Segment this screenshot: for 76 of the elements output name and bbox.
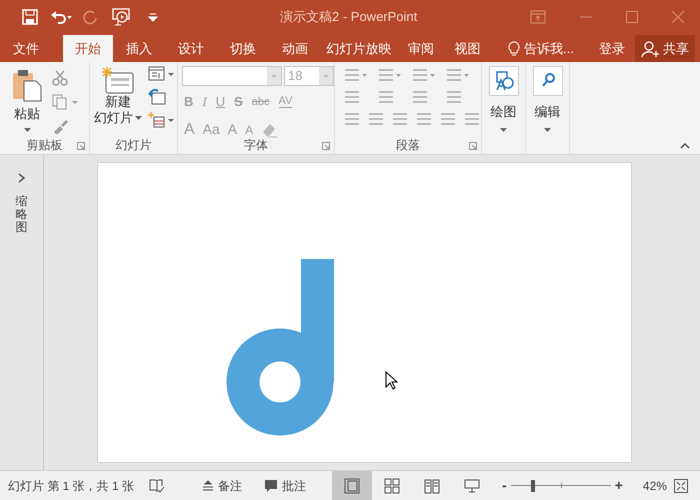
font-name-field[interactable] bbox=[182, 66, 282, 86]
lightbulb-icon bbox=[508, 40, 520, 56]
reading-view-icon bbox=[424, 478, 440, 494]
comments-button[interactable]: 批注 bbox=[264, 476, 306, 494]
ribbon-tab[interactable]: 视图 bbox=[445, 35, 490, 62]
reset-icon[interactable] bbox=[148, 89, 166, 105]
scissors-icon[interactable] bbox=[52, 70, 68, 86]
pointer-icon bbox=[385, 371, 399, 391]
view-button[interactable] bbox=[332, 471, 372, 500]
group-label: 字体 bbox=[244, 137, 268, 154]
eraser-icon[interactable] bbox=[261, 122, 278, 138]
zoom-level: 42% bbox=[642, 478, 667, 494]
sign-in-button[interactable]: 登录 bbox=[599, 35, 625, 62]
section-icon[interactable] bbox=[148, 112, 174, 128]
slideshow-icon bbox=[464, 478, 480, 494]
justify-icon[interactable] bbox=[415, 112, 433, 126]
caret-icon bbox=[24, 128, 30, 132]
ribbon-tab[interactable]: 幻灯片放映 bbox=[321, 35, 397, 62]
align-center-icon[interactable] bbox=[367, 112, 385, 126]
dialog-launcher-icon[interactable] bbox=[322, 142, 330, 150]
layout-icon[interactable] bbox=[148, 66, 174, 82]
fit-slide-icon[interactable] bbox=[674, 478, 688, 492]
notes-icon bbox=[202, 480, 214, 492]
person-add-icon bbox=[641, 40, 659, 58]
dropdown-icon bbox=[267, 67, 281, 85]
zoom-out-button[interactable]: - bbox=[502, 475, 507, 496]
window-title: 演示文稿2 - PowerPoint bbox=[280, 8, 418, 26]
dialog-launcher-icon[interactable] bbox=[77, 142, 85, 150]
maximize-icon[interactable] bbox=[626, 10, 638, 22]
tell-me-button[interactable]: 告诉我... bbox=[508, 35, 574, 62]
ribbon-tab[interactable]: 插入 bbox=[113, 35, 165, 62]
caret-icon bbox=[500, 128, 507, 132]
caret-icon bbox=[544, 128, 551, 132]
new-slide-icon bbox=[102, 66, 134, 94]
group-label: 段落 bbox=[396, 137, 420, 154]
shapes-icon bbox=[488, 66, 518, 96]
slide-sorter-icon bbox=[384, 478, 400, 494]
slider-thumb[interactable] bbox=[530, 480, 535, 492]
share-button[interactable]: 共享 bbox=[635, 35, 695, 62]
ribbon-tab[interactable]: 切换 bbox=[217, 35, 269, 62]
drawing-button[interactable]: 绘图 bbox=[488, 66, 518, 154]
close-icon[interactable] bbox=[672, 10, 684, 22]
ribbon-tab[interactable]: 动画 bbox=[269, 35, 321, 62]
editing-button[interactable]: 编辑 bbox=[532, 66, 562, 154]
group-label: 幻灯片 bbox=[116, 137, 152, 154]
notes-button[interactable]: 备注 bbox=[202, 476, 242, 494]
ribbon-tab[interactable]: 设计 bbox=[165, 35, 217, 62]
new-slide-button[interactable]: 新建 幻灯片 bbox=[94, 66, 142, 136]
align-right-icon[interactable] bbox=[391, 112, 409, 126]
group-label: 剪贴板 bbox=[26, 137, 62, 154]
comment-icon bbox=[264, 478, 278, 492]
pane-label: 缩略图 bbox=[16, 195, 28, 235]
dialog-launcher-icon[interactable] bbox=[469, 142, 477, 150]
ribbon-tab[interactable]: 审阅 bbox=[397, 35, 445, 62]
ribbon-tab[interactable]: 开始 bbox=[63, 35, 113, 62]
redo-icon[interactable] bbox=[82, 8, 98, 24]
ribbon-display-icon[interactable] bbox=[530, 10, 546, 24]
collapse-ribbon-icon[interactable] bbox=[680, 143, 690, 149]
expand-icon[interactable] bbox=[18, 173, 26, 183]
slide-counter: 幻灯片 第 1 张，共 1 张 bbox=[8, 478, 134, 494]
zoom-slider[interactable] bbox=[510, 480, 611, 492]
paste-button[interactable]: 粘贴 bbox=[10, 68, 44, 136]
copy-icon[interactable] bbox=[52, 94, 78, 110]
zoom-in-button[interactable]: + bbox=[614, 475, 623, 496]
slideshow-icon[interactable] bbox=[112, 8, 130, 26]
customize-icon[interactable] bbox=[148, 12, 158, 22]
magnifier-icon bbox=[532, 66, 562, 96]
clipboard-icon bbox=[12, 68, 42, 102]
align-left-icon[interactable] bbox=[343, 112, 361, 126]
caret-icon bbox=[135, 116, 142, 120]
spelling-icon[interactable] bbox=[148, 478, 164, 494]
undo-icon[interactable] bbox=[50, 8, 72, 24]
normal-view-icon bbox=[344, 478, 360, 494]
save-icon[interactable] bbox=[22, 8, 38, 24]
ribbon-tab[interactable]: 文件 bbox=[0, 35, 52, 62]
brush-icon[interactable] bbox=[52, 118, 68, 134]
